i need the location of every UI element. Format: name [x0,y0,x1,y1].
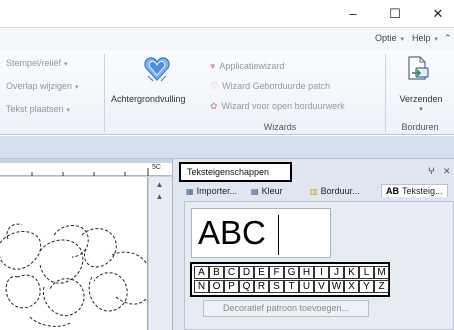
character-cell[interactable]: R [254,280,269,293]
character-cell[interactable]: G [284,266,299,279]
character-cell[interactable]: O [209,280,224,293]
character-cell[interactable]: E [254,266,269,279]
close-button[interactable]: ✕ [426,5,450,23]
tab-embroidery[interactable]: ▥ Borduur... [310,186,360,196]
options-menu-label: Optie [375,33,397,43]
background-fill-label: Achtergrondvulling [111,94,186,104]
scroll-up-icon[interactable]: ▲ [153,179,166,191]
document-tab-strip [0,136,454,159]
embroidered-patch-wizard-button[interactable]: ♡ Wizard Geborduurde patch [210,81,330,92]
tab-import-label: Importer... [196,186,238,196]
character-cell[interactable]: H [299,266,314,279]
character-cell[interactable]: K [344,266,359,279]
chevron-down-icon: ▾ [66,107,71,114]
character-cell[interactable]: Q [239,280,254,293]
character-cell[interactable]: Z [374,280,389,293]
character-cell[interactable]: S [269,280,284,293]
heart-icon: ♥ [210,61,216,71]
ribbon-separator [385,54,386,132]
chevron-down-icon: ▾ [400,36,405,43]
character-cell[interactable]: V [314,280,329,293]
character-cell[interactable]: I [314,266,329,279]
embroidery-group-label: Borduren [401,122,439,132]
character-cell[interactable]: N [194,280,209,293]
chevron-down-icon: ▾ [434,36,439,43]
help-menu[interactable]: Help ▾ [412,33,438,43]
ruler-ticks [31,168,149,176]
ribbon-separator [104,54,105,132]
character-cell[interactable]: C [224,266,239,279]
send-button[interactable]: Verzenden ▾ [389,52,451,120]
text-cursor [278,215,279,255]
character-cell[interactable]: A [194,266,209,279]
character-cell[interactable]: F [269,266,284,279]
tab-text-properties[interactable]: AB Teksteig... [381,184,448,197]
panel-tabs: ▦ Importer... ▤ Kleur ▥ Borduur... AB Tekste… [180,183,454,200]
preview-text: ABC [198,214,266,251]
chevron-down-icon: ▾ [75,84,79,91]
panel-title: Teksteigenschappen [179,162,292,182]
place-text-label: Tekst plaatsen [6,104,64,114]
help-menu-label: Help [412,33,431,43]
pin-icon[interactable]: ⵖ [428,166,435,177]
color-icon: ▤ [251,187,259,196]
text-properties-icon: AB [386,186,399,196]
title-bar: – ☐ ✕ [0,0,454,28]
design-canvas[interactable] [0,177,148,330]
vertical-scrollbar[interactable]: ▲ ▲ [149,177,172,330]
close-icon[interactable]: ✕ [443,166,451,177]
character-cell[interactable]: D [239,266,254,279]
ribbon: Stempel/reliëf ▾ Overlap wijzigen ▾ Tekst … [0,50,454,135]
character-cell[interactable]: Y [359,280,374,293]
send-document-icon [408,56,429,80]
change-overlap-button[interactable]: Overlap wijzigen ▾ [6,81,79,91]
add-decorative-pattern-button[interactable]: Decoratief patroon toevoegen... [203,300,369,317]
character-cell[interactable]: T [284,280,299,293]
character-table: ABCDEFGHIJKLM NOPQRSTUVWXYZ [190,262,390,297]
tab-import[interactable]: ▦ Importer... [186,186,237,196]
flower-icon: ✿ [210,101,218,111]
embroidery-icon: ▥ [310,187,318,196]
chevron-down-icon: ▾ [64,61,68,68]
open-embroidery-wizard-button[interactable]: ✿ Wizard voor open borduurwerk [210,101,345,112]
send-label: Verzenden [399,94,443,104]
applique-wizard-button[interactable]: ♥ Applicatiewizard [210,61,284,71]
tab-text-properties-label: Teksteig... [402,186,443,196]
background-fill-button[interactable]: Achtergrondvulling [108,52,206,120]
applique-wizard-label: Applicatiewizard [219,61,285,71]
character-cell[interactable]: P [224,280,239,293]
character-cell[interactable]: X [344,280,359,293]
stamp-relief-label: Stempel/reliëf [6,58,62,68]
chevron-down-icon: ▾ [419,106,423,113]
ruler-mark-label: 5C [152,164,161,171]
minimize-button[interactable]: – [341,5,365,23]
options-menu[interactable]: Optie ▾ [375,33,404,43]
heart-outline-icon: ♡ [210,81,219,91]
quilting-heart-icon [144,57,170,82]
text-input-box[interactable]: ABC [191,208,331,258]
wizards-group-label: Wizards [263,122,297,132]
character-cell[interactable]: W [329,280,344,293]
tab-color-label: Kleur [261,186,283,196]
open-embroidery-wizard-label: Wizard voor open borduurwerk [221,101,345,111]
character-cell[interactable]: J [329,266,344,279]
stamp-relief-button[interactable]: Stempel/reliëf ▾ [6,58,68,68]
embroidery-pattern-preview [0,223,147,327]
tab-embroidery-label: Borduur... [320,186,360,196]
character-cell[interactable]: B [209,266,224,279]
character-cell[interactable]: M [374,266,389,279]
character-cell[interactable]: U [299,280,314,293]
collapse-ribbon-icon[interactable]: ⌃ [444,33,452,44]
place-text-button[interactable]: Tekst plaatsen ▾ [6,104,70,114]
ribbon-option-row: Optie ▾ Help ▾ ⌃ [0,28,454,50]
scroll-up-step-icon[interactable]: ▲ [153,191,166,203]
import-icon: ▦ [186,187,194,196]
embroidered-patch-wizard-label: Wizard Geborduurde patch [222,81,331,91]
character-cell[interactable]: L [359,266,374,279]
tab-color[interactable]: ▤ Kleur [251,186,283,196]
maximize-button[interactable]: ☐ [383,5,407,23]
horizontal-ruler: 5C [0,163,172,176]
change-overlap-label: Overlap wijzigen [6,81,73,91]
